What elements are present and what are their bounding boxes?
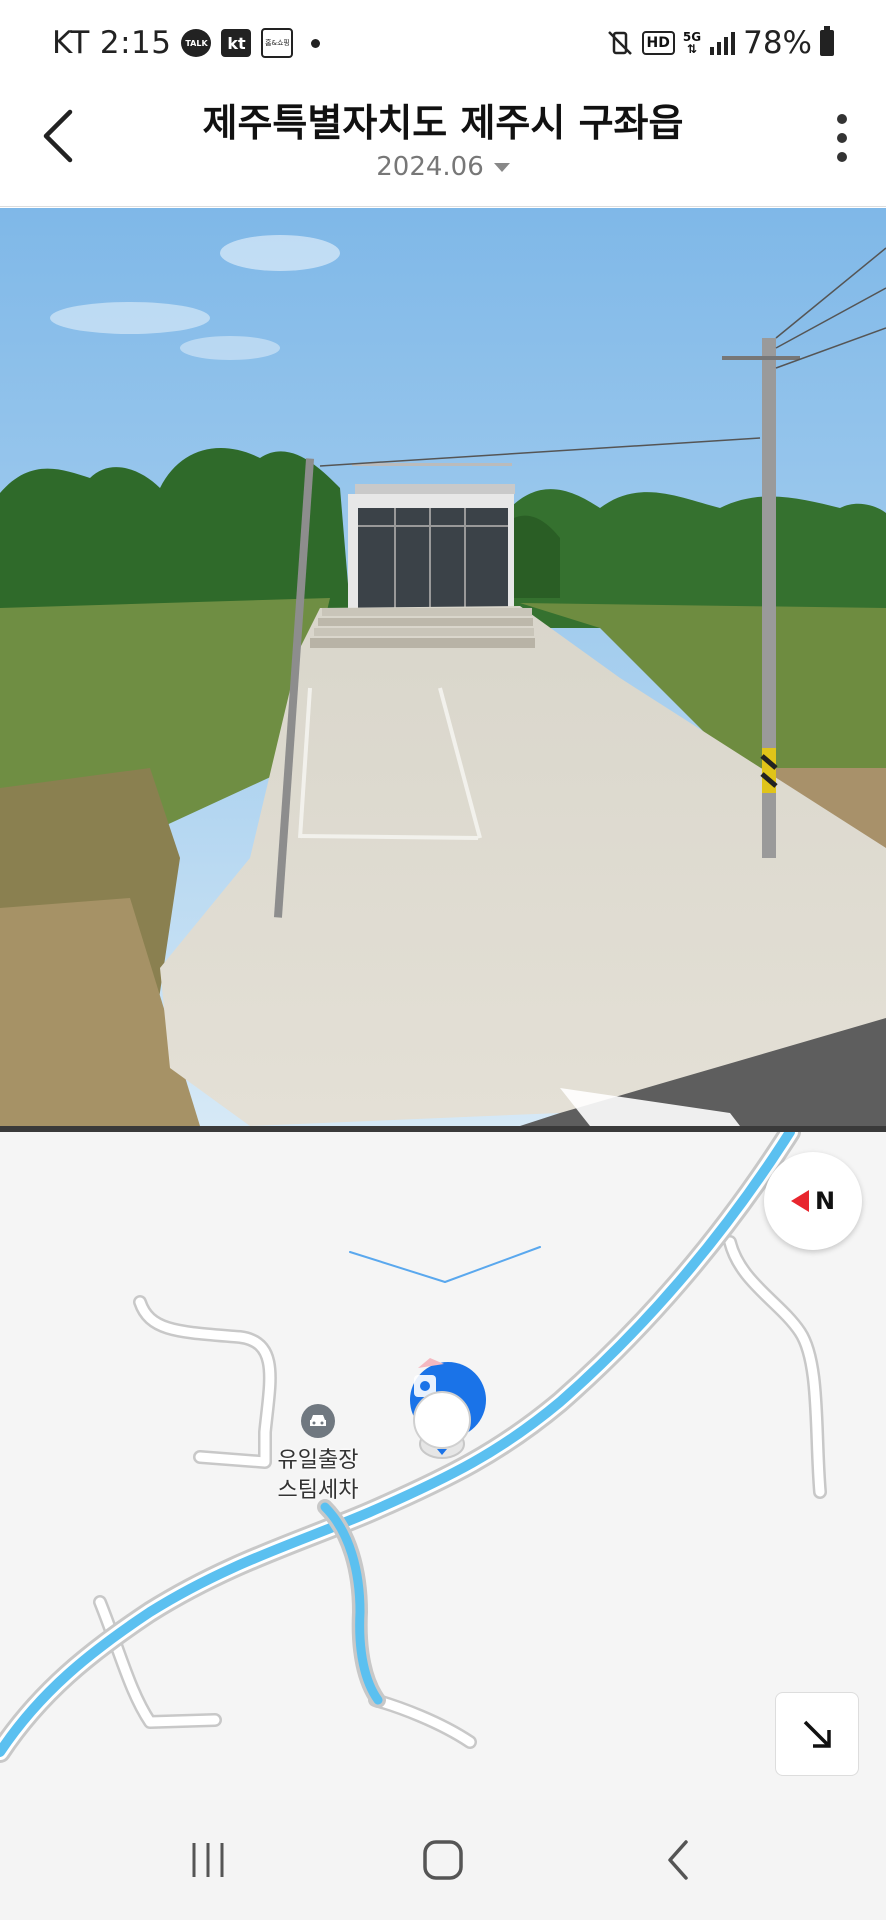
5g-icon: 5G ⇅ (682, 30, 702, 56)
car-wash-icon (301, 1404, 335, 1438)
battery-icon (820, 26, 834, 56)
map-view[interactable]: N 유일출장 스팀세차 (0, 1132, 886, 1800)
person-marker-icon (410, 1358, 486, 1459)
kakaotalk-icon: TALK (181, 29, 212, 57)
notification-dot-icon (311, 38, 321, 48)
clock: 2:15 (99, 25, 172, 61)
home-shopping-icon: 홈&쇼핑 (261, 28, 294, 58)
compass-button[interactable]: N (764, 1152, 862, 1250)
street-view-position-marker[interactable] (400, 1350, 490, 1460)
recents-button[interactable] (168, 1820, 248, 1900)
nav-back-button[interactable] (638, 1820, 718, 1900)
recents-icon (192, 1843, 224, 1877)
poi-label-line1: 유일출장 (277, 1448, 359, 1473)
caret-down-icon (493, 163, 510, 172)
street-view-photo[interactable] (0, 208, 886, 1126)
date-dropdown[interactable]: 2024.06 (0, 152, 886, 182)
vibrate-mute-icon (606, 29, 634, 57)
hd-voice-icon: HD (641, 31, 675, 55)
status-right: HD 5G ⇅ 78% (606, 22, 834, 64)
header: 제주특별자치도 제주시 구좌읍 2024.06 (0, 86, 886, 207)
nav-back-icon (668, 1840, 689, 1880)
carrier-label: KT (52, 25, 90, 61)
home-button[interactable] (403, 1820, 483, 1900)
system-nav-bar (0, 1800, 886, 1920)
page-title: 제주특별자치도 제주시 구좌읍 (202, 101, 684, 145)
compass-north-label: N (814, 1187, 836, 1215)
map-roads (0, 1132, 827, 1763)
home-icon (423, 1840, 463, 1880)
poi-label-line2: 스팀세차 (277, 1478, 359, 1503)
status-bar: KT 2:15 TALK kt 홈&쇼핑 HD 5G ⇅ 78% (0, 0, 886, 86)
signal-icon (709, 31, 736, 55)
battery-percent: 78% (743, 25, 812, 61)
compass-needle-icon (790, 1190, 809, 1212)
arrow-down-right-icon (803, 1720, 831, 1748)
map-poi[interactable]: 유일출장 스팀세차 (268, 1404, 368, 1506)
status-left: KT 2:15 TALK kt 홈&쇼핑 (52, 22, 321, 64)
expand-map-button[interactable] (775, 1692, 859, 1776)
date-value: 2024.06 (376, 152, 484, 182)
kt-icon: kt (221, 29, 252, 57)
network-label: 5G (682, 30, 702, 44)
more-vertical-icon[interactable] (822, 108, 862, 168)
